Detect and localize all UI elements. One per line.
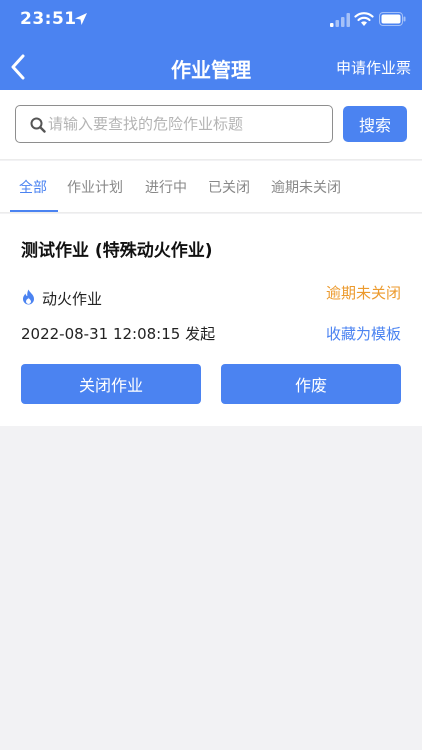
active-tab-indicator	[10, 210, 58, 212]
search-section: 搜索	[0, 90, 422, 160]
work-title: 测试作业 (特殊动火作业)	[21, 241, 213, 261]
status-bar: 23:51	[0, 0, 422, 40]
tab-overdue-not-closed[interactable]: 逾期未关闭	[271, 177, 341, 197]
tab-all[interactable]: 全部	[19, 177, 47, 197]
search-input[interactable]	[48, 106, 328, 142]
void-button[interactable]: 作废	[221, 364, 401, 404]
apply-work-ticket-button[interactable]: 申请作业票	[336, 57, 411, 78]
header-bar: 23:51 作业管理 申请作业票	[0, 0, 422, 90]
navigation-bar: 作业管理 申请作业票	[0, 44, 422, 90]
tab-bar: 全部 作业计划 进行中 已关闭 逾期未关闭	[0, 161, 422, 213]
close-work-button[interactable]: 关闭作业	[21, 364, 201, 404]
save-as-template-link[interactable]: 收藏为模板	[326, 323, 401, 344]
tab-work-plan[interactable]: 作业计划	[67, 177, 123, 197]
search-icon	[30, 117, 46, 133]
work-card[interactable]: 测试作业 (特殊动火作业) 动火作业 逾期未关闭 2022-08-31 12:0…	[0, 214, 422, 426]
created-datetime: 2022-08-31 12:08:15 发起	[21, 325, 216, 343]
location-arrow-icon	[75, 13, 87, 25]
status-badge: 逾期未关闭	[325, 284, 401, 302]
wifi-icon	[354, 12, 374, 26]
search-button[interactable]: 搜索	[343, 106, 407, 142]
status-time: 23:51	[20, 9, 77, 29]
search-field[interactable]	[15, 105, 333, 143]
work-type-label: 动火作业	[42, 290, 103, 308]
cellular-signal-icon	[330, 13, 350, 27]
tab-closed[interactable]: 已关闭	[208, 177, 250, 197]
fire-icon	[23, 289, 34, 305]
tab-in-progress[interactable]: 进行中	[145, 177, 187, 197]
battery-icon	[379, 12, 406, 26]
